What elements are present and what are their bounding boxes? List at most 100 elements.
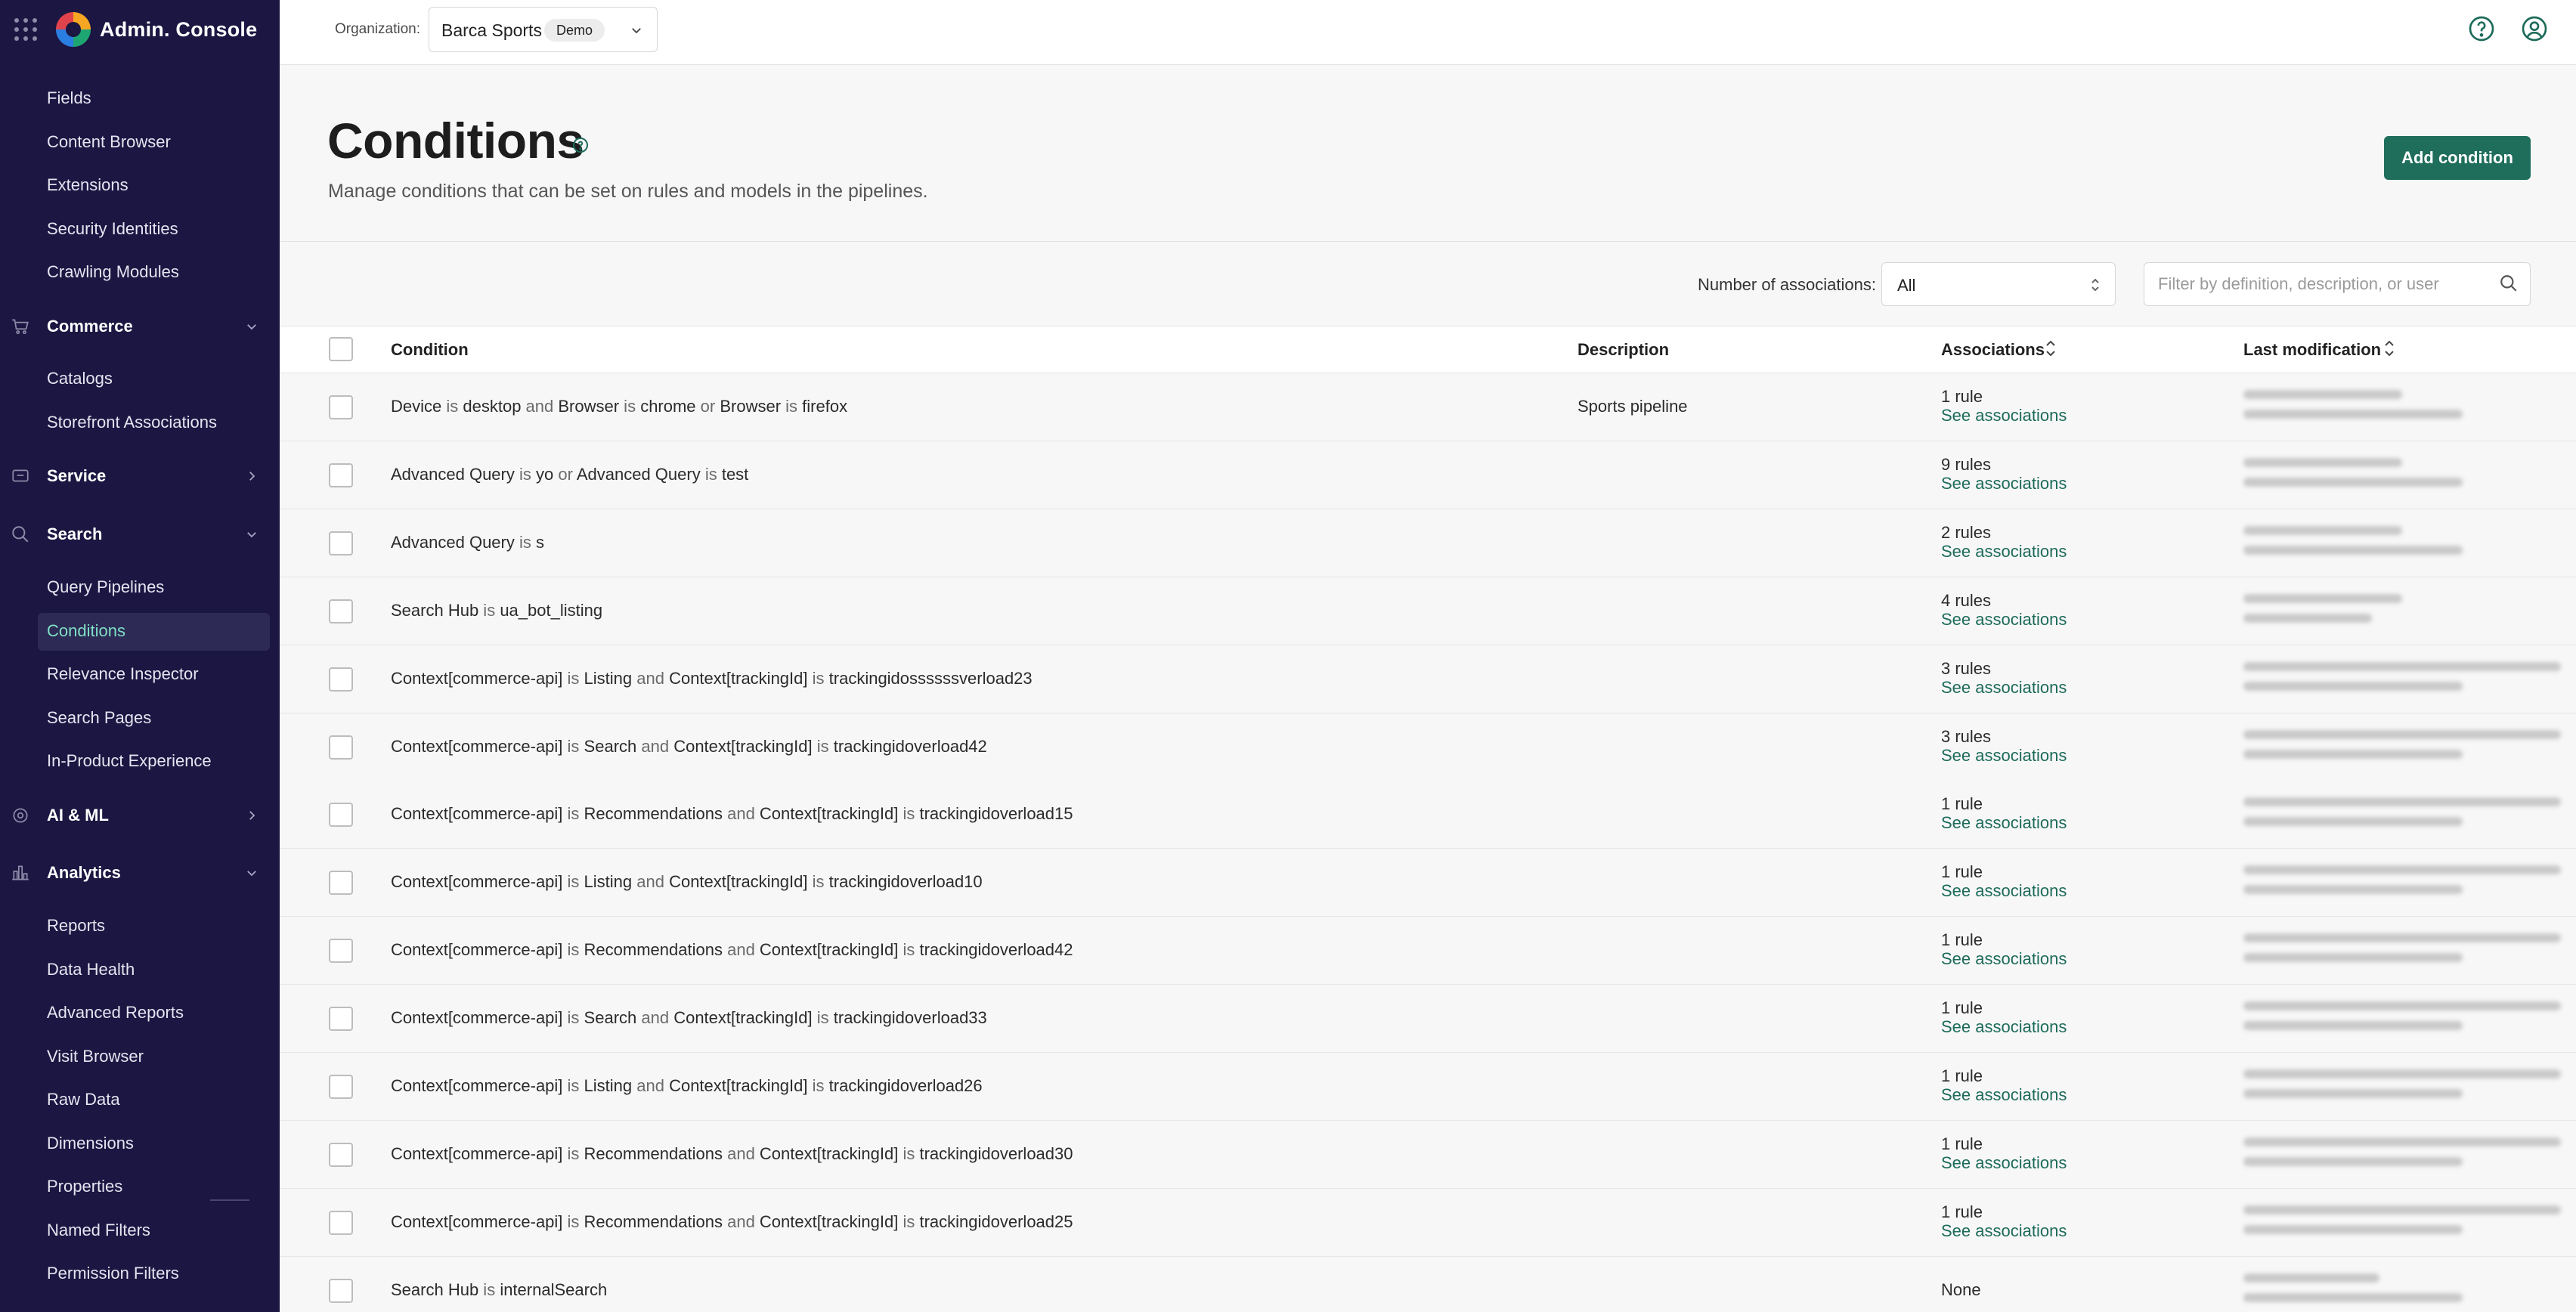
condition-term: Listing bbox=[584, 872, 633, 891]
see-associations-link[interactable]: See associations bbox=[1941, 1221, 2067, 1241]
row-checkbox[interactable] bbox=[329, 1007, 353, 1031]
sidebar-item-permission-filters[interactable]: Permission Filters bbox=[47, 1264, 179, 1283]
see-associations-link[interactable]: See associations bbox=[1941, 542, 2067, 562]
chevron-down-icon bbox=[247, 871, 256, 877]
sidebar-item-conditions[interactable]: Conditions bbox=[47, 621, 125, 641]
see-associations-link[interactable]: See associations bbox=[1941, 678, 2067, 698]
see-associations-link[interactable]: See associations bbox=[1941, 406, 2067, 425]
sidebar-item-visit-browser[interactable]: Visit Browser bbox=[47, 1047, 144, 1066]
row-checkbox[interactable] bbox=[329, 803, 353, 827]
sidebar-item-storefront-associations[interactable]: Storefront Associations bbox=[47, 413, 217, 432]
row-checkbox[interactable] bbox=[329, 599, 353, 624]
associations-filter-select[interactable]: All bbox=[1881, 262, 2116, 306]
see-associations-link[interactable]: See associations bbox=[1941, 1017, 2067, 1037]
sidebar-item-advanced-reports[interactable]: Advanced Reports bbox=[47, 1003, 184, 1023]
add-condition-button[interactable]: Add condition bbox=[2384, 136, 2531, 180]
sidebar-section-commerce[interactable]: Commerce bbox=[0, 310, 280, 343]
sort-icon[interactable] bbox=[2384, 339, 2395, 358]
sidebar-item-relevance-inspector[interactable]: Relevance Inspector bbox=[47, 664, 199, 684]
sidebar-item-security-identities[interactable]: Security Identities bbox=[47, 219, 178, 239]
sidebar-item-in-product-experience[interactable]: In-Product Experience bbox=[47, 751, 212, 771]
condition-operator: is bbox=[700, 465, 722, 484]
organization-select[interactable]: Barca Sports Demo bbox=[429, 7, 658, 52]
see-associations-link[interactable]: See associations bbox=[1941, 474, 2067, 494]
sort-icon[interactable] bbox=[2045, 339, 2056, 358]
sidebar-section-service[interactable]: Service bbox=[0, 460, 280, 493]
select-all-checkbox[interactable] bbox=[329, 337, 353, 361]
table-row[interactable] bbox=[280, 577, 2576, 645]
condition-cell: Context[commerce-api] is Listing and Con… bbox=[391, 669, 1033, 688]
sidebar-item-extensions[interactable]: Extensions bbox=[47, 175, 128, 195]
see-associations-link[interactable]: See associations bbox=[1941, 881, 2067, 901]
associations-count: 3 rules bbox=[1941, 727, 1992, 746]
sidebar-scroll-indicator bbox=[210, 1199, 249, 1201]
condition-term: yo bbox=[536, 465, 554, 484]
help-circle-icon[interactable] bbox=[571, 136, 590, 154]
sidebar-item-raw-data[interactable]: Raw Data bbox=[47, 1090, 120, 1109]
app-switcher-icon[interactable] bbox=[14, 17, 38, 42]
row-checkbox[interactable] bbox=[329, 939, 353, 963]
condition-term: trackingidossssssverload23 bbox=[828, 669, 1033, 688]
sidebar-item-dimensions[interactable]: Dimensions bbox=[47, 1134, 134, 1153]
condition-term: Search Hub bbox=[391, 1280, 479, 1299]
condition-cell: Advanced Query is s bbox=[391, 533, 544, 552]
sidebar-item-reports[interactable]: Reports bbox=[47, 916, 105, 936]
sidebar-section-ai-ml[interactable]: AI & ML bbox=[0, 799, 280, 832]
table-row[interactable] bbox=[280, 509, 2576, 577]
condition-cell: Advanced Query is yo or Advanced Query i… bbox=[391, 465, 748, 484]
row-checkbox[interactable] bbox=[329, 531, 353, 555]
sidebar-item-search-pages[interactable]: Search Pages bbox=[47, 708, 151, 728]
row-checkbox[interactable] bbox=[329, 395, 353, 419]
condition-cell: Device is desktop and Browser is chrome … bbox=[391, 397, 847, 416]
condition-cell: Context[commerce-api] is Listing and Con… bbox=[391, 1076, 983, 1096]
see-associations-link[interactable]: See associations bbox=[1941, 1153, 2067, 1173]
row-checkbox[interactable] bbox=[329, 1211, 353, 1235]
condition-operator: and bbox=[632, 669, 670, 688]
row-checkbox[interactable] bbox=[329, 667, 353, 692]
sidebar-item-catalogs[interactable]: Catalogs bbox=[47, 369, 113, 388]
filter-search-input[interactable] bbox=[2144, 262, 2531, 306]
table-row[interactable] bbox=[280, 1257, 2576, 1312]
see-associations-link[interactable]: See associations bbox=[1941, 610, 2067, 630]
sidebar-section-search[interactable]: Search bbox=[0, 518, 280, 551]
row-checkbox[interactable] bbox=[329, 463, 353, 487]
sidebar-item-content-browser[interactable]: Content Browser bbox=[47, 132, 171, 152]
row-checkbox[interactable] bbox=[329, 1143, 353, 1167]
sidebar-item-fields[interactable]: Fields bbox=[47, 88, 91, 108]
sidebar-section-label: AI & ML bbox=[47, 806, 109, 825]
sidebar-item-crawling-modules[interactable]: Crawling Modules bbox=[47, 262, 179, 282]
user-account-icon[interactable] bbox=[2519, 14, 2550, 44]
row-checkbox[interactable] bbox=[329, 871, 353, 895]
condition-operator: is bbox=[898, 1144, 920, 1163]
column-header-last-modification[interactable]: Last modification bbox=[2243, 340, 2381, 360]
condition-term: trackingidoverload26 bbox=[828, 1076, 983, 1095]
condition-operator: and bbox=[722, 804, 760, 823]
condition-cell: Context[commerce-api] is Recommendations… bbox=[391, 1144, 1073, 1164]
condition-term: Context[trackingId] bbox=[669, 669, 808, 688]
sidebar-item-named-filters[interactable]: Named Filters bbox=[47, 1221, 150, 1240]
sidebar-section-label: Service bbox=[47, 466, 107, 485]
sidebar-item-properties[interactable]: Properties bbox=[47, 1177, 122, 1196]
condition-cell: Search Hub is internalSearch bbox=[391, 1280, 607, 1300]
see-associations-link[interactable]: See associations bbox=[1941, 949, 2067, 969]
sidebar-item-query-pipelines[interactable]: Query Pipelines bbox=[47, 577, 164, 597]
row-checkbox[interactable] bbox=[329, 1075, 353, 1099]
condition-operator: is bbox=[478, 1280, 500, 1299]
column-header-associations[interactable]: Associations bbox=[1941, 340, 2045, 360]
condition-term: desktop bbox=[463, 397, 522, 416]
condition-term: Recommendations bbox=[584, 940, 723, 959]
row-checkbox[interactable] bbox=[329, 1279, 353, 1303]
see-associations-link[interactable]: See associations bbox=[1941, 813, 2067, 833]
condition-term: Advanced Query bbox=[576, 465, 701, 484]
help-icon[interactable] bbox=[2466, 14, 2497, 44]
see-associations-link[interactable]: See associations bbox=[1941, 1085, 2067, 1105]
sidebar-item-data-health[interactable]: Data Health bbox=[47, 960, 135, 979]
redacted-date bbox=[2243, 885, 2463, 894]
redacted-date bbox=[2243, 1225, 2463, 1234]
sidebar-section-analytics[interactable]: Analytics bbox=[0, 856, 280, 890]
condition-term: Listing bbox=[584, 669, 633, 688]
row-checkbox[interactable] bbox=[329, 735, 353, 760]
redacted-modifier bbox=[2243, 1273, 2379, 1283]
associations-count: 1 rule bbox=[1941, 1134, 1983, 1153]
see-associations-link[interactable]: See associations bbox=[1941, 746, 2067, 766]
